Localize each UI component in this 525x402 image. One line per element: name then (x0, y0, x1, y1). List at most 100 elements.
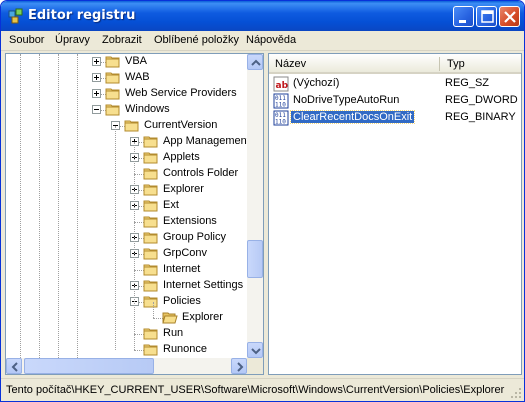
collapse-icon[interactable] (92, 105, 101, 114)
tree-item-label: CurrentVersion (144, 119, 218, 131)
tree-item-label: Ext (163, 199, 179, 211)
scroll-left-button[interactable] (6, 358, 22, 374)
tree-item[interactable]: Explorer (6, 310, 247, 326)
tree-item-label: Internet Settings (163, 279, 244, 291)
folder-icon (143, 248, 158, 260)
scrollbar-corner (247, 358, 263, 374)
tree-item-label: Run (163, 327, 184, 339)
arrow-down-icon (251, 348, 261, 355)
value-row[interactable]: 011 110 ClearRecentDocsOnExit REG_BINARY (269, 110, 521, 126)
folder-icon (143, 232, 158, 244)
folder-icon (143, 344, 158, 356)
tree-item[interactable]: VBA (6, 54, 247, 70)
menu-napoveda[interactable]: Nápověda (246, 34, 296, 46)
tree-guide-line (115, 126, 116, 350)
tree-item-label: Controls Folder (163, 167, 239, 179)
tree-item[interactable]: Policies (6, 294, 247, 310)
value-row[interactable]: 011 110 NoDriveTypeAutoRun REG_DWORD (269, 93, 521, 109)
tree-item[interactable]: Applets (6, 150, 247, 166)
tree-item[interactable]: Ext (6, 198, 247, 214)
window-title: Editor registru (28, 8, 136, 23)
tree-item-label: App Management (163, 135, 250, 147)
arrow-right-icon (237, 362, 244, 372)
tree-item[interactable]: Internet Settings (6, 278, 247, 294)
value-name: (Výchozí) (293, 77, 340, 89)
tree-item-label: VBA (125, 55, 148, 67)
tree-item[interactable]: Group Policy (6, 230, 247, 246)
column-header-type[interactable]: Typ (447, 58, 465, 70)
minimize-button[interactable] (453, 6, 474, 27)
folder-icon (143, 168, 158, 180)
tree-item[interactable]: App Management (6, 134, 250, 150)
folder-icon (143, 328, 158, 340)
values-pane[interactable]: Název Typ ab (Výchozí) REG_SZ 011 110 NoDrive… (268, 53, 522, 375)
menu-bar: Soubor Úpravy Zobrazit Oblíbené položky … (1, 31, 524, 51)
close-icon (504, 11, 516, 23)
scroll-right-button[interactable] (231, 358, 247, 374)
tree-item[interactable]: Web Service Providers (6, 86, 247, 102)
tree-item-label: GrpConv (163, 247, 208, 259)
folder-icon (105, 104, 120, 116)
status-bar: Tento počítač\HKEY_CURRENT_USER\Software… (1, 378, 524, 401)
title-bar[interactable]: Editor registru (1, 1, 524, 31)
tree-guide-line (153, 302, 154, 318)
folder-icon (105, 88, 120, 100)
tree-item[interactable]: Explorer (6, 182, 247, 198)
tree-horizontal-scrollbar[interactable] (6, 358, 247, 374)
svg-text:ab: ab (276, 81, 289, 91)
folder-icon (143, 200, 158, 212)
tree-item[interactable]: WAB (6, 70, 247, 86)
tree-item-label: Explorer (182, 311, 223, 323)
tree-hscroll-thumb[interactable] (24, 358, 154, 374)
folder-icon (124, 120, 139, 132)
menu-zobrazit[interactable]: Zobrazit (102, 34, 142, 46)
minimize-icon (459, 20, 466, 23)
tree-item[interactable]: Controls Folder (6, 166, 247, 182)
status-path: Tento počítač\HKEY_CURRENT_USER\Software… (6, 384, 505, 396)
tree-item-label: Extensions (163, 215, 217, 227)
tree-item[interactable]: Runonce (6, 342, 247, 358)
tree-item[interactable]: Windows (6, 102, 247, 118)
tree-item[interactable]: CurrentVersion (6, 118, 247, 134)
key-tree-pane[interactable]: VBA WAB Web Service Providers Windows Curren… (5, 53, 264, 375)
tree-item-label: WAB (125, 71, 150, 83)
tree-item[interactable]: Extensions (6, 214, 247, 230)
tree-item-label: Explorer (163, 183, 204, 195)
tree-item-label: Group Policy (163, 231, 226, 243)
arrow-up-icon (251, 59, 261, 66)
arrow-left-icon (11, 362, 18, 372)
value-type: REG_BINARY (445, 111, 516, 123)
menu-upravy[interactable]: Úpravy (55, 34, 90, 46)
tree-vscroll-thumb[interactable] (247, 240, 263, 278)
value-type: REG_DWORD (445, 94, 518, 106)
tree-item-label: Applets (163, 151, 200, 163)
expand-icon[interactable] (92, 57, 101, 66)
tree-item-label: Policies (163, 295, 201, 307)
column-header-name[interactable]: Název (275, 58, 306, 70)
menu-soubor[interactable]: Soubor (9, 34, 44, 46)
menu-oblibene[interactable]: Oblíbené položky (154, 34, 239, 46)
folder-icon (143, 152, 158, 164)
tree-item[interactable]: Run (6, 326, 247, 342)
open-folder-icon (162, 312, 178, 324)
registry-app-icon (8, 8, 23, 24)
close-button[interactable] (499, 6, 520, 27)
maximize-button[interactable] (476, 6, 497, 27)
column-separator[interactable] (439, 57, 440, 71)
value-row[interactable]: ab (Výchozí) REG_SZ (269, 76, 521, 92)
scroll-down-button[interactable] (247, 342, 263, 358)
folder-icon (105, 72, 120, 84)
folder-icon (143, 216, 158, 228)
scroll-up-button[interactable] (247, 54, 263, 70)
resize-grip-icon[interactable] (510, 387, 522, 399)
tree-item-label: Web Service Providers (125, 87, 237, 99)
tree-item[interactable]: Internet (6, 262, 247, 278)
tree-vertical-scrollbar[interactable] (247, 54, 263, 358)
expand-icon[interactable] (92, 89, 101, 98)
expand-icon[interactable] (92, 73, 101, 82)
tree-item[interactable]: GrpConv (6, 246, 247, 262)
tree-item-label: Windows (125, 103, 170, 115)
value-name: NoDriveTypeAutoRun (293, 94, 400, 106)
maximize-icon (481, 10, 494, 23)
folder-icon (143, 184, 158, 196)
